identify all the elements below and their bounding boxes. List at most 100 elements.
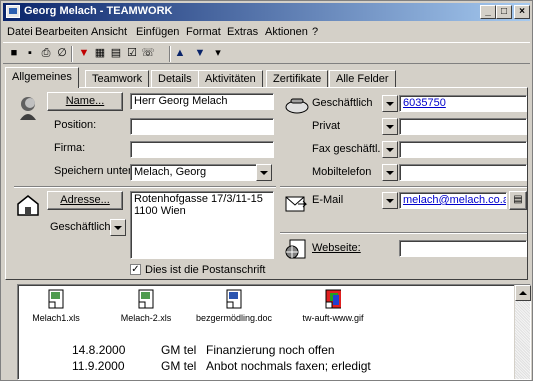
previous-item-icon[interactable]: ▲ (173, 46, 187, 60)
email-value: melach@melach.co.at (403, 194, 507, 206)
save-icon[interactable]: ▪ (23, 46, 37, 60)
general-tab-panel: Name... Herr Georg Melach Position: Firm… (5, 87, 528, 280)
attachment-item[interactable]: Melach-2.xls (116, 289, 176, 323)
title-bar: Georg Melach - TEAMWORK _ □ × (3, 3, 530, 21)
tab-strip: Allgemeines Teamwork Details Aktivitäten… (5, 67, 525, 88)
toolbar-separator (71, 46, 73, 62)
phone-private-dropdown[interactable] (382, 118, 398, 135)
toolbar: ■ ▪ ⎙ ∅ ▼ ▦ ▤ ☑ ☏ ▲ ▼ ▾ (3, 42, 530, 64)
attachment-name: Melach-2.xls (120, 313, 172, 323)
note-kind: GM tel (161, 359, 197, 373)
close-button[interactable]: × (514, 5, 530, 19)
tab-aktivitaeten[interactable]: Aktivitäten (198, 70, 263, 87)
fax-dropdown[interactable] (382, 141, 398, 158)
firma-label: Firma: (54, 142, 86, 154)
more-options-icon[interactable]: ▾ (211, 46, 225, 60)
divider (280, 232, 527, 234)
menu-help[interactable]: ? (312, 26, 318, 38)
position-field[interactable] (130, 118, 274, 135)
excel-file-icon (138, 289, 154, 309)
webpage-icon (285, 239, 306, 259)
excel-file-icon (48, 289, 64, 309)
tab-zertifikate[interactable]: Zertifikate (266, 70, 329, 87)
phone-business-field[interactable]: 6035750 (399, 95, 527, 112)
web-field[interactable] (399, 240, 527, 257)
menu-ansicht[interactable]: Ansicht (91, 26, 127, 38)
gif-file-icon (325, 289, 343, 309)
checkbox-icon[interactable]: ☑ (125, 46, 139, 60)
web-label: Webseite: (312, 242, 361, 254)
name-button[interactable]: Name... (47, 92, 123, 111)
full-name-field[interactable]: Herr Georg Melach (130, 93, 274, 110)
menu-format[interactable]: Format (186, 26, 221, 38)
phone-business-dropdown[interactable] (382, 95, 398, 112)
tab-teamwork[interactable]: Teamwork (85, 70, 150, 87)
position-label: Position: (54, 119, 97, 131)
address-type-label: Geschäftlich (50, 221, 111, 233)
scroll-up-arrow-icon[interactable] (515, 285, 531, 301)
speichern-label: Speichern unter: (54, 165, 135, 177)
attachment-item[interactable]: bezgermödling.doc (184, 289, 284, 323)
email-envelope-icon (285, 196, 308, 212)
next-item-icon[interactable]: ▼ (193, 46, 207, 60)
address-line-2: 1100 Wien (134, 205, 186, 217)
email-label: E-Mail (312, 194, 344, 206)
fax-label: Fax geschäftl. (312, 143, 381, 155)
mobile-label: Mobiltelefon (312, 166, 372, 178)
menu-bearbeiten[interactable]: Bearbeiten (35, 26, 88, 38)
contact-app-icon (6, 5, 20, 18)
mobile-field[interactable] (399, 164, 527, 181)
menu-einfuegen[interactable]: Einfügen (136, 26, 179, 38)
address-button[interactable]: Adresse... (47, 191, 123, 210)
flag-icon[interactable]: ▼ (77, 46, 91, 60)
notes-area[interactable]: Melach1.xls Melach-2.xls bezgermödling.d… (17, 284, 531, 380)
menu-extras[interactable]: Extras (227, 26, 258, 38)
fax-field[interactable] (399, 141, 527, 158)
address-book-button[interactable]: ▤ (509, 191, 527, 210)
address-type-dropdown[interactable] (110, 219, 126, 236)
outlook-contact-window: Georg Melach - TEAMWORK _ □ × Datei Bear… (0, 0, 533, 381)
tab-details[interactable]: Details (151, 70, 199, 87)
speichern-dropdown[interactable] (256, 164, 272, 181)
toolbar-separator (169, 46, 171, 62)
address-button-label: Adresse... (60, 194, 110, 206)
print-icon[interactable]: ⎙ (39, 46, 53, 60)
name-button-label: Name... (65, 95, 105, 107)
tab-allgemeines[interactable]: Allgemeines (5, 67, 79, 88)
email-field[interactable]: melach@melach.co.at (399, 192, 507, 209)
contact-person-icon (20, 97, 36, 120)
maximize-button[interactable]: □ (496, 5, 512, 19)
attachment-item[interactable]: Melach1.xls (28, 289, 84, 323)
attachment-item[interactable]: tw-auft-www.gif (296, 289, 370, 323)
menu-datei[interactable]: Datei (7, 26, 33, 38)
calendar-icon[interactable]: ▦ (93, 46, 107, 60)
save-close-icon[interactable]: ■ (7, 46, 21, 60)
phone-business-label: Geschäftlich (312, 97, 373, 109)
email-dropdown[interactable] (382, 192, 398, 209)
tab-alle-felder[interactable]: Alle Felder (329, 70, 396, 87)
minimize-button[interactable]: _ (480, 5, 496, 19)
attach-icon[interactable]: ∅ (55, 46, 69, 60)
address-field[interactable]: Rotenhofgasse 17/3/11-15 1100 Wien (130, 191, 274, 259)
note-date: 14.8.2000 (72, 343, 126, 357)
phone-private-field[interactable] (399, 118, 527, 135)
postal-address-label: Dies ist die Postanschrift (145, 264, 266, 276)
phone-dial-icon[interactable]: ☏ (141, 46, 155, 60)
postal-address-checkbox[interactable]: ✓ (130, 264, 141, 275)
note-text: Finanzierung noch offen (206, 343, 335, 357)
task-icon[interactable]: ▤ (109, 46, 123, 60)
firma-field[interactable] (130, 141, 274, 158)
note-text: Anbot nochmals faxen; erledigt (206, 359, 371, 373)
attachment-name: Melach1.xls (32, 313, 80, 323)
divider (280, 186, 527, 188)
menu-aktionen[interactable]: Aktionen (265, 26, 308, 38)
mobile-dropdown[interactable] (382, 164, 398, 181)
word-file-icon (226, 289, 242, 309)
attachment-name: bezgermödling.doc (195, 313, 273, 323)
phone-private-label: Privat (312, 120, 341, 132)
notes-scrollbar[interactable] (514, 285, 531, 379)
speichern-unter-field[interactable]: Melach, Georg (130, 164, 258, 181)
note-kind: GM tel (161, 343, 197, 357)
divider (14, 186, 276, 188)
attachment-name: tw-auft-www.gif (302, 313, 364, 323)
